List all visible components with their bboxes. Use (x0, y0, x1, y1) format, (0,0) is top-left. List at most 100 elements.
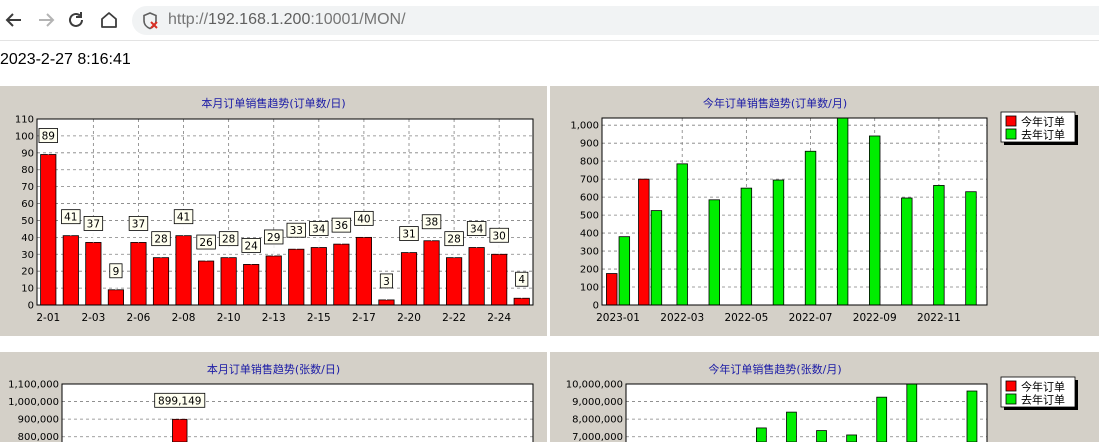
data-label: 34 (312, 224, 326, 236)
y-tick-label: 600 (580, 193, 599, 204)
bar (901, 197, 913, 306)
y-tick-label: 700 (580, 175, 599, 186)
data-label: 4 (518, 274, 525, 286)
url-host: 192.168.1.200 (208, 11, 311, 28)
y-tick-label: 70 (21, 182, 34, 193)
plot-area (626, 384, 987, 442)
bar (491, 253, 508, 306)
data-label: 36 (335, 220, 349, 232)
y-tick-label: 30 (21, 250, 34, 261)
data-label: 24 (244, 240, 258, 252)
x-tick-label: 2-24 (487, 312, 511, 324)
y-tick-label: 400 (580, 229, 599, 240)
bar (786, 411, 797, 442)
y-tick-label: 8,000,000 (572, 415, 623, 426)
y-tick-label: 800,000 (18, 432, 59, 442)
y-tick-label: 100 (580, 283, 599, 294)
bar (618, 236, 631, 306)
panel-yearly-tickets-monthly: 今年订单销售趋势(张数/月) 7,000,000 8,000,000 9,000,0… (550, 352, 1099, 442)
data-label: 28 (154, 234, 167, 246)
bar (243, 264, 260, 306)
not-secure-icon (143, 12, 158, 30)
x-tick-label: 2-15 (307, 312, 331, 324)
legend-label: 今年订单 (1021, 115, 1065, 129)
x-tick-label: 2-06 (127, 312, 151, 324)
data-label: 40 (357, 213, 370, 225)
bar (107, 289, 124, 306)
x-tick-label: 2022-07 (789, 312, 833, 324)
bar (310, 247, 327, 306)
y-tick-label: 900,000 (18, 415, 59, 426)
data-label: 37 (132, 218, 145, 230)
home-icon (101, 12, 117, 28)
x-tick-label: 2-17 (352, 312, 376, 324)
x-tick-label: 2-03 (81, 312, 105, 324)
bar (446, 257, 463, 306)
bar (836, 117, 849, 306)
back-button[interactable] (2, 8, 26, 32)
bar (172, 418, 188, 442)
bar (816, 430, 827, 442)
bar (965, 191, 977, 306)
legend-swatch (1005, 393, 1017, 405)
data-label: 89 (42, 131, 55, 143)
address-bar[interactable]: http://192.168.1.200:10001/MON/ (132, 6, 1099, 35)
data-label: 41 (177, 212, 190, 224)
bar (265, 255, 282, 306)
data-label: 9 (113, 266, 120, 278)
y-tick-label: 10,000,000 (566, 380, 623, 391)
bar (876, 396, 888, 442)
data-label: 31 (402, 229, 415, 241)
data-label: 33 (290, 225, 303, 237)
bar (333, 243, 350, 306)
bar (198, 260, 215, 306)
x-tick-label: 2-01 (36, 312, 60, 324)
bar (676, 163, 688, 306)
legend-label: 今年订单 (1021, 380, 1065, 394)
bar (175, 235, 192, 306)
bar (355, 236, 372, 306)
panel-yearly-orders-monthly: 今年订单销售趋势(订单数/月) 0 100 200 300 400 500 600 700 80… (550, 86, 1099, 336)
reload-icon (69, 12, 83, 27)
panel-monthly-tickets-daily: 本月订单销售趋势(张数/日) 800,000 900,000 1,000,000 1,… (0, 352, 547, 442)
x-tick-label: 2022-11 (917, 312, 961, 324)
bar (966, 390, 978, 442)
chart-daily-tickets: 800,000 900,000 1,000,000 1,100,000 899,149 (8, 380, 534, 442)
x-tick-label: 2022-09 (853, 312, 897, 324)
y-tick-label: 50 (21, 216, 34, 227)
bar (708, 199, 720, 306)
bar (740, 187, 753, 306)
url-text[interactable]: http://192.168.1.200:10001/MON/ (168, 11, 406, 29)
back-arrow-icon (5, 13, 21, 27)
y-tick-label: 10 (21, 284, 34, 295)
chart-monthly-orders: 0 100 200 300 400 500 600 700 800 900 1,000 2023-01… (570, 111, 1078, 324)
chart-monthly-tickets: 7,000,000 8,000,000 9,000,000 10,000,000 今年订… (566, 376, 1078, 442)
y-tick-label: 0 (28, 301, 34, 312)
y-tick-label: 60 (21, 199, 34, 210)
data-label: 3 (383, 276, 390, 288)
y-tick-label: 110 (15, 115, 34, 126)
y-tick-label: 1,000,000 (8, 397, 59, 408)
browser-toolbar: http://192.168.1.200:10001/MON/ (0, 0, 1099, 41)
forward-button[interactable] (34, 8, 58, 32)
data-label: 37 (87, 218, 100, 230)
bar (378, 299, 395, 306)
bar (130, 242, 147, 306)
home-button[interactable] (97, 8, 121, 32)
data-label: 38 (425, 217, 438, 229)
y-tick-label: 0 (593, 301, 599, 312)
bar (638, 178, 650, 306)
plot-area (62, 384, 533, 442)
x-tick-label: 2022-03 (660, 312, 704, 324)
bar (468, 247, 485, 306)
x-tick-label: 2-22 (442, 312, 466, 324)
url-path: :10001/MON/ (310, 11, 406, 28)
x-tick-label: 2-13 (262, 312, 286, 324)
y-tick-label: 20 (21, 267, 34, 278)
y-tick-label: 500 (580, 211, 599, 222)
reload-button[interactable] (64, 8, 88, 32)
data-label: 28 (222, 234, 235, 246)
bar (423, 240, 440, 306)
bar (933, 185, 945, 306)
y-tick-label: 1,000 (570, 121, 599, 132)
